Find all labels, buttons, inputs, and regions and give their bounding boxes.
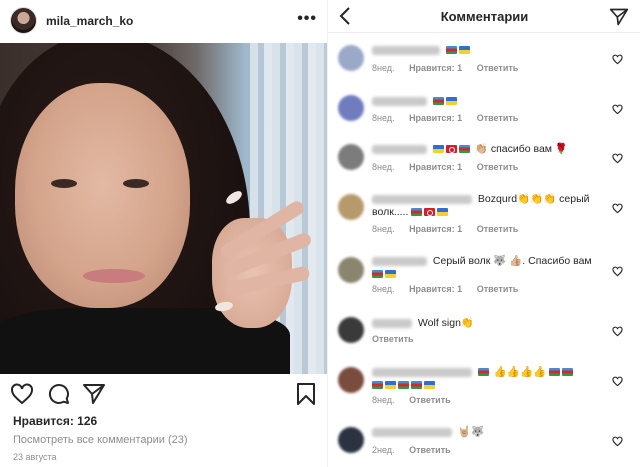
like-comment-icon[interactable] xyxy=(612,436,623,447)
reply-button[interactable]: Ответить xyxy=(477,113,519,123)
comment-time: 8нед. xyxy=(372,224,395,234)
reply-button[interactable]: Ответить xyxy=(477,224,519,234)
post-photo[interactable] xyxy=(0,43,327,374)
like-comment-icon[interactable] xyxy=(612,376,623,387)
comment-text: 🤘🏼🐺 xyxy=(457,426,485,438)
likes-count[interactable]: Нравится: 126 xyxy=(13,414,97,428)
reply-button[interactable]: Ответить xyxy=(477,284,519,294)
comment-item: 🤘🏼🐺 2нед. Ответить xyxy=(328,424,640,464)
comment-item: Серый волк 🐺 👍🏼. Спасибо вам 8нед. Нрави… xyxy=(328,254,640,304)
reply-button[interactable]: Ответить xyxy=(409,395,451,405)
view-all-comments-link[interactable]: Посмотреть все комментарии (23) xyxy=(13,434,188,446)
comment-time: 8нед. xyxy=(372,63,395,73)
comment-item: 8нед. Нравится: 1 Ответить xyxy=(328,42,640,82)
post-date: 23 августа xyxy=(13,452,57,462)
commenter-avatar[interactable] xyxy=(338,427,364,453)
flag-icon xyxy=(424,208,436,217)
like-comment-icon[interactable] xyxy=(612,153,623,164)
commenter-avatar[interactable] xyxy=(338,95,364,121)
heart-icon[interactable] xyxy=(10,382,34,406)
comment-item: Wolf sign👏 Ответить xyxy=(328,314,640,354)
comment-likes[interactable]: Нравится: 1 xyxy=(409,113,462,123)
flag-icon xyxy=(458,46,470,55)
flag-icon xyxy=(445,145,457,154)
commenter-avatar[interactable] xyxy=(338,367,364,393)
post-actions xyxy=(0,378,327,408)
flag-icon xyxy=(549,368,561,377)
comment-time: 8нед. xyxy=(372,162,395,172)
flag-icon xyxy=(562,368,574,377)
comment-time: 8нед. xyxy=(372,395,395,405)
like-comment-icon[interactable] xyxy=(612,54,623,65)
comment-icon[interactable] xyxy=(47,382,71,406)
reply-button[interactable]: Ответить xyxy=(372,334,414,344)
comment-item: 👏🏼 спасибо вам 🌹 8нед. Нравится: 1 Ответ… xyxy=(328,142,640,186)
flag-icon xyxy=(432,145,444,154)
post-panel: mila_march_ko ••• Нравится: 126 Посмотре… xyxy=(0,0,327,467)
comment-likes[interactable]: Нравится: 1 xyxy=(409,284,462,294)
avatar[interactable] xyxy=(10,7,37,34)
comments-header: Комментарии xyxy=(328,0,640,33)
comments-title: Комментарии xyxy=(440,9,529,24)
comment-likes[interactable]: Нравится: 1 xyxy=(409,162,462,172)
like-comment-icon[interactable] xyxy=(612,326,623,337)
comment-text: Wolf sign👏 xyxy=(417,317,474,329)
comment-text: 👍👍👍👍 xyxy=(493,366,547,378)
flag-icon xyxy=(385,381,396,390)
flag-icon xyxy=(411,208,423,217)
bookmark-icon[interactable] xyxy=(294,382,318,406)
comment-text: 👏🏼 спасибо вам 🌹 xyxy=(474,143,569,155)
flag-icon xyxy=(411,381,422,390)
flag-icon xyxy=(385,270,396,279)
like-comment-icon[interactable] xyxy=(612,104,623,115)
commenter-avatar[interactable] xyxy=(338,317,364,343)
flag-icon xyxy=(477,368,489,377)
send-icon[interactable] xyxy=(609,7,629,27)
comment-time: 8нед. xyxy=(372,113,395,123)
comment-likes[interactable]: Нравится: 1 xyxy=(409,224,462,234)
flag-icon xyxy=(432,97,444,106)
like-comment-icon[interactable] xyxy=(612,203,623,214)
reply-button[interactable]: Ответить xyxy=(477,162,519,172)
comment-likes[interactable]: Нравится: 1 xyxy=(409,63,462,73)
like-comment-icon[interactable] xyxy=(612,266,623,277)
flag-icon xyxy=(372,270,383,279)
reply-button[interactable]: Ответить xyxy=(477,63,519,73)
flag-icon xyxy=(398,381,409,390)
commenter-avatar[interactable] xyxy=(338,45,364,71)
reply-button[interactable]: Ответить xyxy=(409,445,451,455)
commenter-avatar[interactable] xyxy=(338,144,364,170)
flag-icon xyxy=(437,208,449,217)
comment-time: 8нед. xyxy=(372,284,395,294)
flag-icon xyxy=(424,381,435,390)
more-options-icon[interactable]: ••• xyxy=(297,11,317,27)
comment-item: Bozqurd👏👏👏 серый волк..... 8нед. Нравитс… xyxy=(328,191,640,241)
share-icon[interactable] xyxy=(82,382,106,406)
commenter-avatar[interactable] xyxy=(338,194,364,220)
comment-time: 2нед. xyxy=(372,445,395,455)
post-header: mila_march_ko ••• xyxy=(0,0,327,42)
flag-icon xyxy=(372,381,383,390)
comment-text: Серый волк 🐺 👍🏼. Спасибо вам xyxy=(432,255,592,267)
flag-icon xyxy=(445,46,457,55)
flag-icon xyxy=(458,145,470,154)
commenter-avatar[interactable] xyxy=(338,257,364,283)
post-username[interactable]: mila_march_ko xyxy=(46,14,133,28)
flag-icon xyxy=(445,97,457,106)
comment-item: 👍👍👍👍 8нед. Ответить xyxy=(328,364,640,412)
comments-panel: Комментарии 8нед. Нравится: 1 Ответить 8… xyxy=(327,0,640,467)
comment-item: 8нед. Нравится: 1 Ответить xyxy=(328,93,640,133)
